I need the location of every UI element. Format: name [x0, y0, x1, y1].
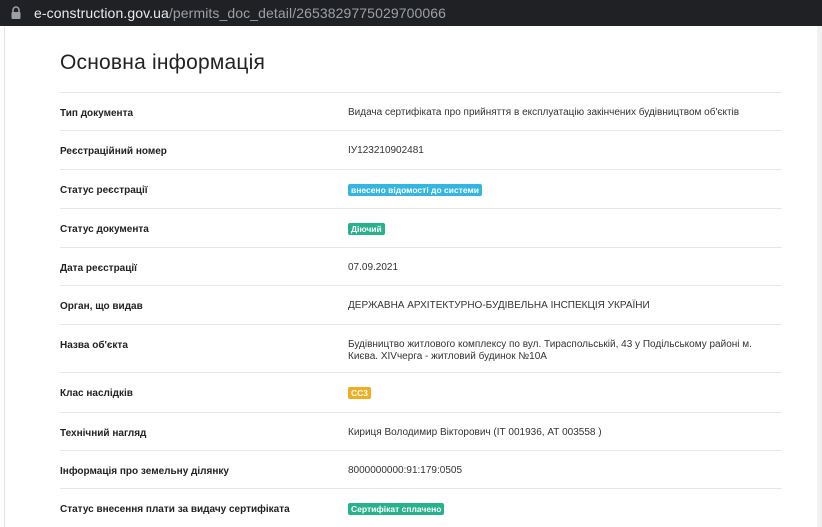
url-path: /permits_doc_detail/2653829775029700066 [168, 5, 447, 21]
field-label: Інформація про земельну ділянку [60, 466, 229, 477]
lock-icon[interactable] [10, 6, 24, 20]
field-value: ІУ123210902481 [348, 145, 424, 156]
class-badge: СС3 [348, 387, 372, 399]
row-document-type: Тип документа Видача сертифіката про при… [60, 92, 782, 130]
field-value: 8000000000:91:179:0505 [348, 465, 463, 476]
row-registration-date: Дата реєстрації 07.09.2021 [60, 247, 782, 285]
field-value: Будівництво житлового комплексу по вул. … [348, 339, 752, 362]
payment-badge: Сертифікат сплачено [348, 503, 445, 515]
url-text[interactable]: e-construction.gov.ua/permits_doc_detail… [34, 5, 446, 21]
page-content: Основна інформація Тип документа Видача … [5, 26, 822, 527]
row-land-plot: Інформація про земельну ділянку 80000000… [60, 450, 782, 488]
field-label: Тип документа [60, 108, 134, 119]
address-bar[interactable]: e-construction.gov.ua/permits_doc_detail… [0, 0, 822, 26]
info-table: Тип документа Видача сертифіката про при… [60, 92, 782, 526]
url-host: e-construction.gov.ua [34, 5, 169, 21]
field-label: Клас наслідків [60, 388, 133, 399]
field-value: 07.09.2021 [348, 262, 399, 273]
field-value: ДЕРЖАВНА АРХІТЕКТУРНО-БУДІВЕЛЬНА ІНСПЕКЦ… [348, 300, 650, 311]
field-label: Статус документа [60, 224, 149, 235]
row-document-status: Статус документа Діючий [60, 208, 782, 247]
row-registration-number: Реєстраційний номер ІУ123210902481 [60, 130, 782, 169]
field-value: Кириця Володимир Вікторович (ІТ 001936, … [348, 427, 602, 438]
page-title: Основна інформація [60, 51, 266, 74]
field-label: Статус реєстрації [60, 185, 148, 196]
row-registration-status: Статус реєстрації внесено відомості до с… [60, 169, 782, 208]
row-object-name: Назва об'єкта Будівництво житлового комп… [60, 324, 782, 372]
status-badge: Діючий [348, 223, 385, 235]
scrollbar[interactable] [817, 26, 822, 527]
row-consequence-class: Клас наслідків СС3 [60, 372, 782, 412]
field-label: Назва об'єкта [60, 340, 128, 351]
row-issuing-authority: Орган, що видав ДЕРЖАВНА АРХІТЕКТУРНО-БУ… [60, 285, 782, 324]
field-value: Видача сертифіката про прийняття в експл… [348, 107, 740, 118]
row-technical-supervision: Технічний нагляд Кириця Володимир Віктор… [60, 412, 782, 450]
status-badge: внесено відомості до системи [348, 184, 482, 196]
field-label: Дата реєстрації [60, 263, 137, 274]
field-label: Технічний нагляд [60, 428, 147, 439]
field-label: Статус внесення плати за видачу сертифік… [60, 504, 290, 515]
field-label: Орган, що видав [60, 301, 143, 312]
row-payment-status: Статус внесення плати за видачу сертифік… [60, 488, 782, 526]
field-label: Реєстраційний номер [60, 146, 167, 157]
